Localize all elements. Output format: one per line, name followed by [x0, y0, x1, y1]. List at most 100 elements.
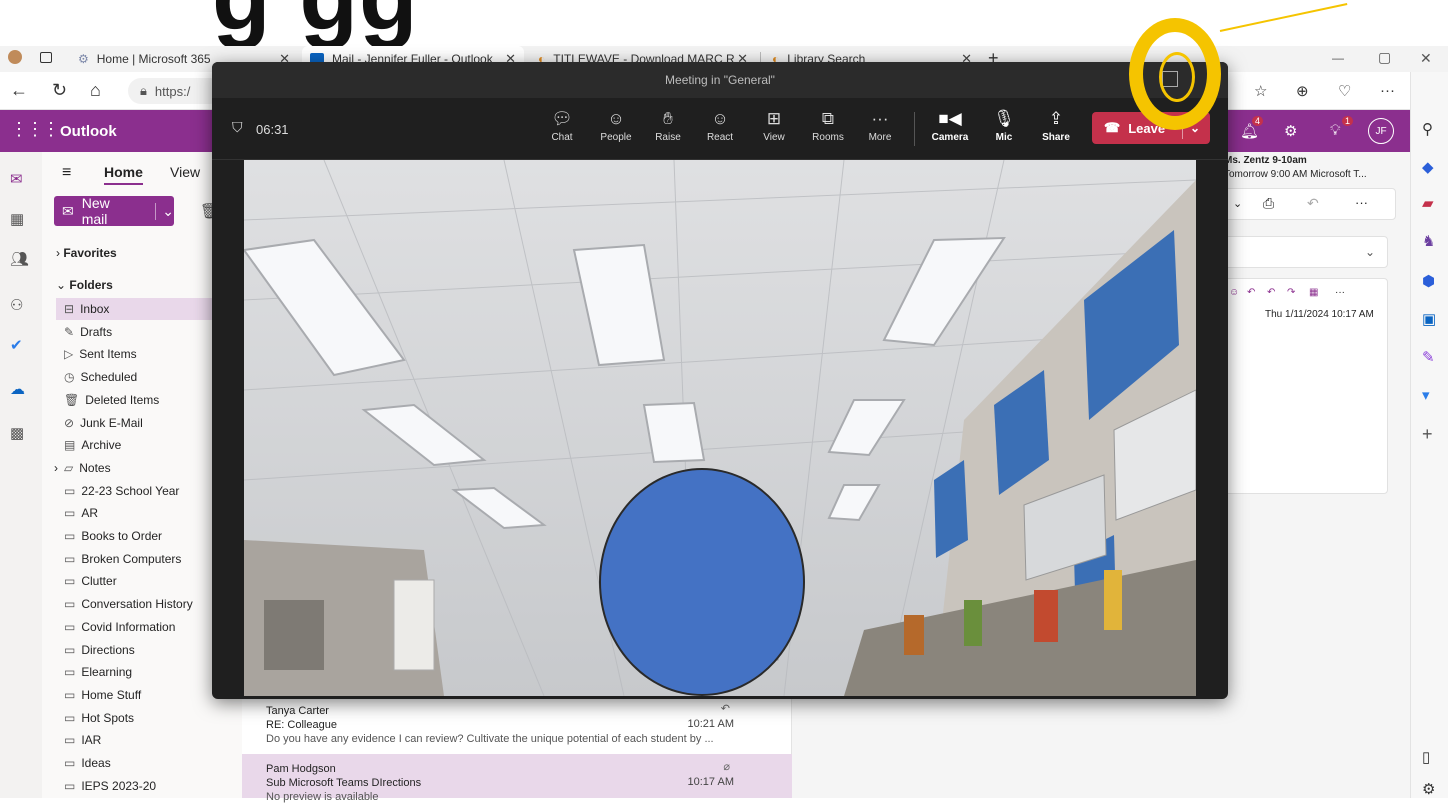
folder-item[interactable]: ▭ IAR — [56, 729, 242, 751]
appointment-detail: Tomorrow 9:00 AM Microsoft T... — [1224, 169, 1367, 180]
app-launcher-icon[interactable]: ⋮⋮⋮ — [10, 119, 60, 140]
view-button[interactable]: ⊞ View — [752, 108, 796, 143]
new-mail-label: New mail — [81, 195, 110, 227]
profile-icon[interactable] — [8, 50, 22, 64]
people-icon[interactable]: 👥︎ — [10, 250, 29, 268]
folder-icon: ▭ — [64, 597, 76, 612]
reading-toolbar: ⌄ ⎙ ↶ ··· — [1224, 188, 1396, 220]
meeting-timer: 06:31 — [256, 122, 289, 137]
onedrive-icon[interactable]: ☁ — [10, 380, 25, 398]
designer-icon[interactable]: ✎ — [1422, 348, 1435, 366]
settings-icon[interactable]: ⚙ — [1284, 122, 1297, 140]
folder-label: Scheduled — [80, 370, 138, 385]
collections-icon[interactable]: ⊕ — [1296, 82, 1309, 100]
tab-actions-icon[interactable] — [40, 52, 52, 63]
people-icon: ☺ — [607, 109, 625, 128]
send-icon: ▷ — [64, 347, 74, 362]
reply-all-icon[interactable]: ↶ — [1267, 287, 1275, 298]
tab-home[interactable]: Home — [104, 164, 143, 185]
folder-label: Books to Order — [81, 529, 163, 543]
share-button[interactable]: ⇪ Share — [1034, 108, 1078, 143]
folder-item[interactable]: ▭ IEPS 2023-20 — [56, 775, 242, 797]
chevron-down-icon[interactable]: ⌄ — [155, 202, 174, 220]
favorites-bar-icon[interactable]: ☆ — [1254, 82, 1267, 100]
minimize-icon[interactable]: — — [1332, 51, 1344, 65]
add-icon[interactable]: + — [1422, 424, 1433, 445]
more-icon[interactable]: ··· — [1380, 82, 1395, 99]
drafts-icon: ✎ — [64, 324, 75, 339]
meeting-title: Meeting in "General" — [665, 73, 775, 87]
list-item[interactable]: Tanya Carter RE: Colleague Do you have a… — [242, 700, 792, 752]
message-preview: No preview is available — [266, 791, 379, 803]
undo-icon[interactable]: ↶ — [1307, 195, 1319, 212]
folder-item[interactable]: ▭ Ideas — [56, 752, 242, 774]
home-icon[interactable]: ⌂ — [90, 80, 101, 101]
react-icon: ☺ — [711, 109, 729, 128]
mail-icon[interactable]: ✉ — [10, 170, 23, 188]
todo-icon[interactable]: ✔ — [10, 336, 23, 354]
chat-button[interactable]: 💬︎ Chat — [540, 108, 584, 143]
more-button[interactable]: ··· More — [858, 108, 902, 143]
search-icon[interactable]: ⚲ — [1422, 120, 1433, 138]
tips-badge: 1 — [1342, 116, 1354, 126]
health-icon[interactable]: ♡ — [1338, 82, 1351, 100]
chevron-right-icon[interactable]: › — [54, 461, 58, 475]
annotation-scribble — [1159, 52, 1195, 102]
tag-icon[interactable]: ◆ — [1422, 158, 1434, 176]
settings-icon[interactable]: ⚙ — [1422, 780, 1435, 798]
hamburger-icon[interactable]: ≡ — [62, 164, 71, 182]
close-window-icon[interactable]: ✕ — [1420, 50, 1432, 67]
inbox-icon: ⊟ — [64, 302, 75, 316]
message-sender: Pam Hodgson — [266, 763, 336, 775]
sidebar-toggle-icon[interactable]: ▯ — [1422, 748, 1430, 766]
forward-icon[interactable]: ↷ — [1287, 287, 1295, 298]
reading-dropdown[interactable]: ⌄ — [1224, 236, 1388, 268]
appointment-card[interactable]: Ms. Zentz 9-10am Tomorrow 9:00 AM Micros… — [1224, 154, 1404, 188]
maximize-icon[interactable]: ▢ — [1378, 49, 1391, 66]
apps-icon[interactable]: ▦ — [1309, 287, 1318, 298]
reply-icon[interactable]: ↶ — [1247, 287, 1255, 298]
avatar[interactable]: JF — [1368, 118, 1394, 144]
favorites-header[interactable]: › Favorites — [56, 246, 117, 260]
folder-icon: ▭ — [64, 574, 76, 589]
apps-icon[interactable]: ▩ — [10, 424, 24, 442]
calendar-icon[interactable]: ▦ — [10, 210, 24, 228]
folder-label: Inbox — [80, 302, 110, 316]
react-button[interactable]: ☺ React — [698, 108, 742, 143]
refresh-icon[interactable]: ↻ — [52, 80, 67, 101]
folder-item[interactable]: ▭ Hot Spots — [56, 707, 242, 729]
chevron-down-icon[interactable]: ⌄ — [1233, 197, 1242, 210]
meeting-toolbar: ⛉ 06:31 💬︎ Chat ☺ People ✋︎ Raise ☺ React ⊞ V… — [212, 98, 1228, 160]
new-mail-button[interactable]: ✉ New mail ⌄ — [54, 195, 174, 227]
more-icon[interactable]: ··· — [1335, 287, 1345, 298]
outlook-icon[interactable]: ▣ — [1422, 310, 1436, 328]
rooms-button[interactable]: ⧉ Rooms — [806, 108, 850, 143]
mic-button[interactable]: 🎙︎ Mic — [982, 108, 1026, 143]
folder-icon: ▭ — [64, 619, 76, 634]
message-date: Thu 1/11/2024 10:17 AM — [1265, 309, 1374, 320]
more-icon[interactable]: ··· — [1355, 195, 1368, 210]
folder-label: Archive — [81, 438, 122, 453]
rooms-icon: ⧉ — [821, 109, 835, 128]
tab-view[interactable]: View — [170, 164, 200, 180]
raise-button[interactable]: ✋︎ Raise — [646, 108, 690, 143]
tips-icon[interactable]: 💡︎ — [1330, 122, 1341, 139]
briefcase-icon[interactable]: ▰ — [1422, 194, 1434, 212]
folder-label: Directions — [81, 642, 135, 657]
folders-header[interactable]: ⌄ Folders — [56, 278, 113, 292]
back-icon[interactable]: ← — [10, 80, 28, 101]
address-input[interactable]: 🔒︎ https:/ — [128, 78, 223, 104]
folder-icon: ▭ — [64, 733, 76, 748]
notification-badge: 4 — [1252, 116, 1264, 126]
groups-icon[interactable]: ⚇ — [10, 296, 23, 314]
message-time: 10:21 AM — [687, 718, 734, 730]
folder-label: Clutter — [81, 574, 117, 589]
chess-icon[interactable]: ♞ — [1422, 232, 1435, 250]
camera-button[interactable]: ■◀ Camera — [928, 108, 972, 143]
m365-icon[interactable]: ⬢ — [1422, 272, 1435, 290]
people-button[interactable]: ☺ People — [594, 108, 638, 143]
emoji-icon[interactable]: ☺ — [1229, 287, 1239, 298]
drop-icon[interactable]: ▾ — [1422, 386, 1430, 404]
print-icon[interactable]: ⎙ — [1263, 195, 1274, 212]
list-item[interactable]: Pam Hodgson Sub Microsoft Teams DIrectio… — [242, 754, 792, 803]
